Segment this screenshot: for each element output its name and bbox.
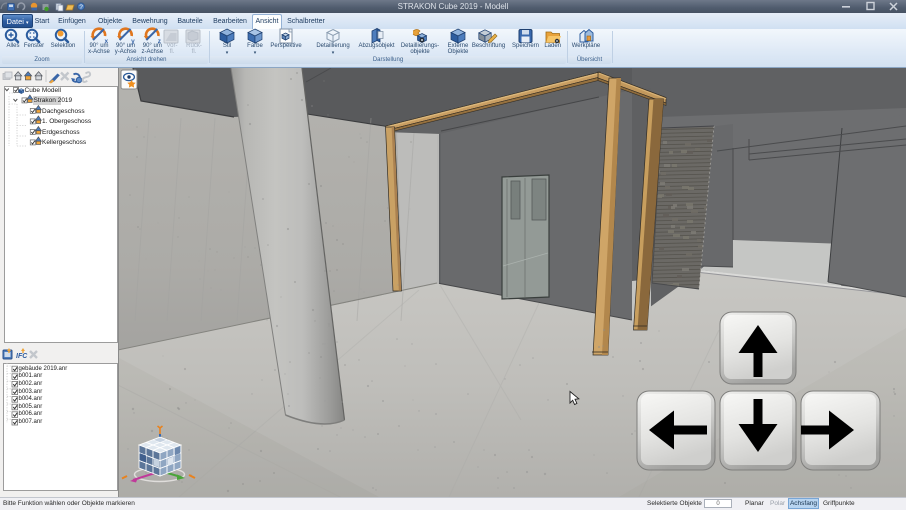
svg-text:x: x bbox=[105, 38, 109, 45]
svg-text:y: y bbox=[131, 38, 135, 45]
svg-text:z: z bbox=[158, 38, 162, 45]
svg-text:IFC: IFC bbox=[16, 353, 28, 360]
